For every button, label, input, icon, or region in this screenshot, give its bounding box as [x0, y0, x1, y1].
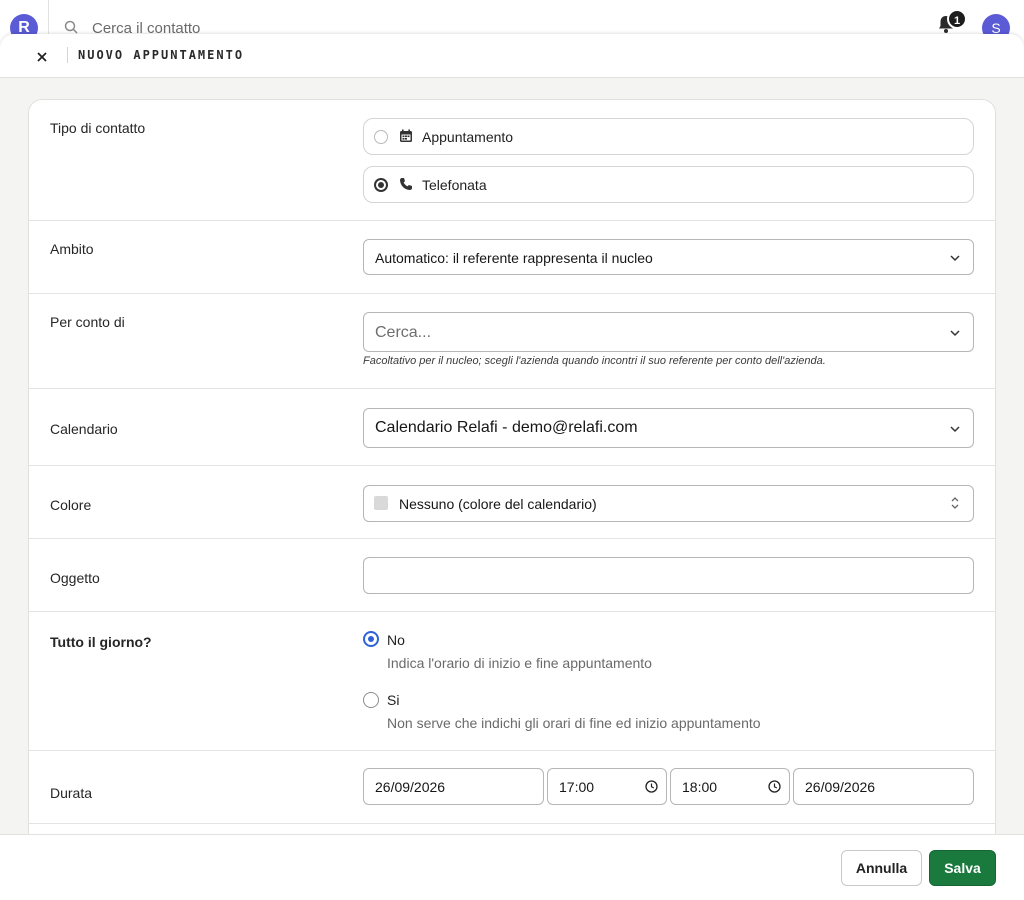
contact-type-label: Tipo di contatto	[50, 120, 146, 136]
start-date-value: 26/09/2026	[375, 779, 446, 795]
telefonata-radio[interactable]	[374, 178, 388, 192]
chevron-down-icon	[949, 422, 961, 440]
subject-input[interactable]	[363, 557, 974, 594]
row-color: Colore Nessuno (colore del calendario)	[29, 466, 995, 539]
all-day-no-desc: Indica l'orario di inizio e fine appunta…	[387, 655, 652, 671]
sheet-title: NUOVO APPUNTAMENTO	[78, 48, 245, 62]
chevron-down-icon	[949, 251, 961, 269]
end-time-input[interactable]: 18:00	[670, 768, 790, 805]
telefonata-label: Telefonata	[422, 177, 487, 193]
all-day-si-title: Si	[387, 692, 400, 708]
row-scope: Ambito Automatico: il referente rapprese…	[29, 221, 995, 294]
on-behalf-placeholder: Cerca...	[375, 324, 432, 341]
appointment-form: Tipo di contatto Appuntamento Telefonata…	[28, 99, 996, 859]
on-behalf-help: Facoltativo per il nucleo; scegli l'azie…	[363, 355, 826, 367]
calendar-icon	[399, 129, 413, 148]
color-select[interactable]: Nessuno (colore del calendario)	[363, 485, 974, 522]
all-day-no-title: No	[387, 632, 405, 648]
on-behalf-label: Per conto di	[50, 314, 125, 330]
row-duration: Durata 26/09/2026 17:00 18:00 26/09/2026	[29, 751, 995, 824]
color-label: Colore	[50, 497, 92, 513]
calendar-value: Calendario Relafi - demo@relafi.com	[375, 419, 638, 436]
scope-value: Automatico: il referente rappresenta il …	[375, 250, 653, 266]
notification-badge: 1	[947, 9, 967, 29]
start-time-value: 17:00	[559, 779, 595, 795]
clock-icon[interactable]	[645, 780, 658, 796]
all-day-no-radio[interactable]	[363, 631, 379, 647]
chevron-down-icon	[949, 326, 961, 344]
calendar-label: Calendario	[50, 421, 118, 437]
calendar-select[interactable]: Calendario Relafi - demo@relafi.com	[363, 408, 974, 448]
row-all-day: Tutto il giorno? No Indica l'orario di i…	[29, 612, 995, 751]
end-time-value: 18:00	[682, 779, 718, 795]
row-on-behalf: Per conto di Cerca... Facoltativo per il…	[29, 294, 995, 389]
new-appointment-sheet: NUOVO APPUNTAMENTO Tipo di contatto Appu…	[0, 34, 1024, 900]
end-date-value: 26/09/2026	[805, 779, 876, 795]
all-day-label: Tutto il giorno?	[50, 634, 152, 650]
scope-select[interactable]: Automatico: il referente rappresenta il …	[363, 239, 974, 275]
scope-label: Ambito	[50, 241, 94, 257]
row-contact-type: Tipo di contatto Appuntamento Telefonata	[29, 100, 995, 221]
subject-label: Oggetto	[50, 570, 100, 586]
sheet-footer: Annulla Salva	[0, 834, 1024, 900]
sheet-header: NUOVO APPUNTAMENTO	[0, 34, 1024, 78]
start-date-input[interactable]: 26/09/2026	[363, 768, 544, 805]
option-appuntamento[interactable]: Appuntamento	[363, 118, 974, 155]
start-time-input[interactable]: 17:00	[547, 768, 667, 805]
option-telefonata[interactable]: Telefonata	[363, 166, 974, 203]
header-separator	[67, 47, 68, 63]
clock-icon[interactable]	[768, 780, 781, 796]
end-date-input[interactable]: 26/09/2026	[793, 768, 974, 805]
cancel-button[interactable]: Annulla	[841, 850, 922, 886]
phone-icon	[399, 177, 413, 196]
color-swatch	[374, 496, 388, 510]
duration-label: Durata	[50, 785, 93, 801]
row-calendar: Calendario Calendario Relafi - demo@rela…	[29, 389, 995, 466]
appuntamento-label: Appuntamento	[422, 129, 514, 145]
all-day-si-desc: Non serve che indichi gli orari di fine …	[387, 715, 761, 731]
all-day-si-radio[interactable]	[363, 692, 379, 708]
row-subject: Oggetto	[29, 539, 995, 612]
chevron-updown-icon	[949, 495, 961, 516]
color-value: Nessuno (colore del calendario)	[399, 496, 597, 512]
save-button[interactable]: Salva	[929, 850, 996, 886]
close-icon[interactable]	[32, 47, 52, 67]
on-behalf-select[interactable]: Cerca...	[363, 312, 974, 352]
appuntamento-radio[interactable]	[374, 130, 388, 144]
